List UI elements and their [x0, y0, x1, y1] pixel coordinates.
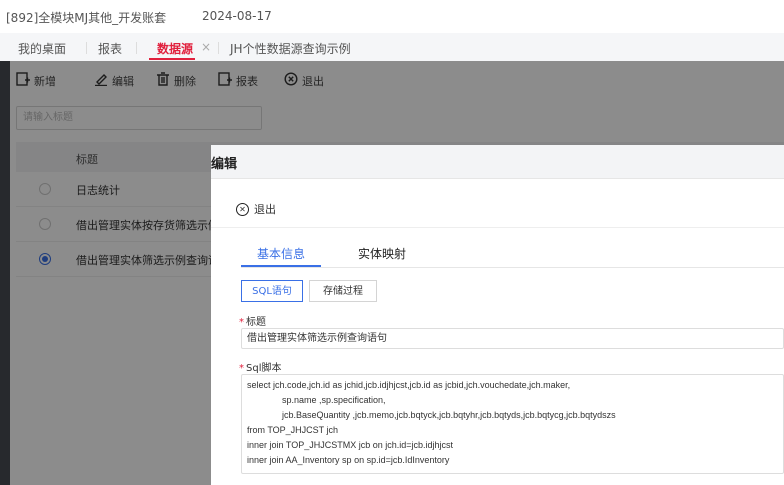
active-tab-indicator — [241, 265, 321, 267]
segment-stored-procedure[interactable]: 存储过程 — [309, 280, 377, 302]
tab-report[interactable]: 报表 — [98, 40, 122, 57]
sql-script-textarea[interactable]: select jch.code,jch.id as jchid,jcb.idjh… — [241, 374, 784, 474]
dialog-title: 编辑 — [211, 157, 238, 172]
tab-separator — [86, 42, 87, 54]
dialog-exit-label: 退出 — [254, 203, 276, 216]
required-mark: * — [239, 317, 244, 328]
tab-datasource[interactable]: 数据源 — [157, 40, 193, 57]
tab-basic-info[interactable]: 基本信息 — [257, 245, 305, 262]
tab-bar: 我的桌面 报表 数据源 × JH个性数据源查询示例 — [0, 33, 784, 62]
sql-line: select jch.code,jch.id as jchid,jcb.idjh… — [247, 380, 571, 390]
sql-label-text: Sql脚本 — [246, 363, 282, 374]
sql-line: from TOP_JHJCST jch — [247, 425, 339, 435]
top-bar: [892]全模块MJ其他_开发账套 2024-08-17 — [0, 0, 784, 32]
sql-field-label: * Sql脚本 — [239, 359, 281, 374]
tab-separator — [136, 42, 137, 54]
login-date: 2024-08-17 — [202, 9, 272, 23]
sql-line: inner join TOP_JHJCSTMX jcb on jch.id=jc… — [247, 440, 454, 450]
segment-sql[interactable]: SQL语句 — [241, 280, 303, 302]
dialog-header: 编辑 — [211, 145, 784, 179]
title-label-text: 标题 — [246, 317, 266, 328]
tab-desktop[interactable]: 我的桌面 — [18, 40, 66, 57]
sql-line: jcb.BaseQuantity ,jcb.memo,jcb.bqtyck,jc… — [247, 410, 616, 420]
tab-separator — [218, 42, 219, 54]
divider — [211, 227, 784, 228]
close-circle-icon: ✕ — [236, 202, 249, 216]
close-icon[interactable]: × — [201, 40, 211, 54]
dialog-exit-button[interactable]: ✕ 退出 — [236, 201, 276, 217]
sql-line: sp.name ,sp.specification, — [247, 395, 386, 405]
title-field-label: * 标题 — [239, 313, 266, 328]
required-mark: * — [239, 363, 244, 374]
edit-dialog: 编辑 ✕ 退出 基本信息 实体映射 SQL语句 存储过程 * 标题 借出管理实体筛… — [211, 145, 784, 485]
title-field[interactable]: 借出管理实体筛选示例查询语句 — [241, 328, 784, 349]
sql-line: inner join AA_Inventory sp on sp.id=jcb.… — [247, 455, 450, 465]
tab-entity-mapping[interactable]: 实体映射 — [358, 245, 406, 262]
active-tab-indicator — [149, 58, 195, 60]
tab-baseline — [241, 267, 784, 268]
tab-jh-query-example[interactable]: JH个性数据源查询示例 — [230, 40, 351, 57]
company-name: [892]全模块MJ其他_开发账套 — [6, 11, 167, 25]
